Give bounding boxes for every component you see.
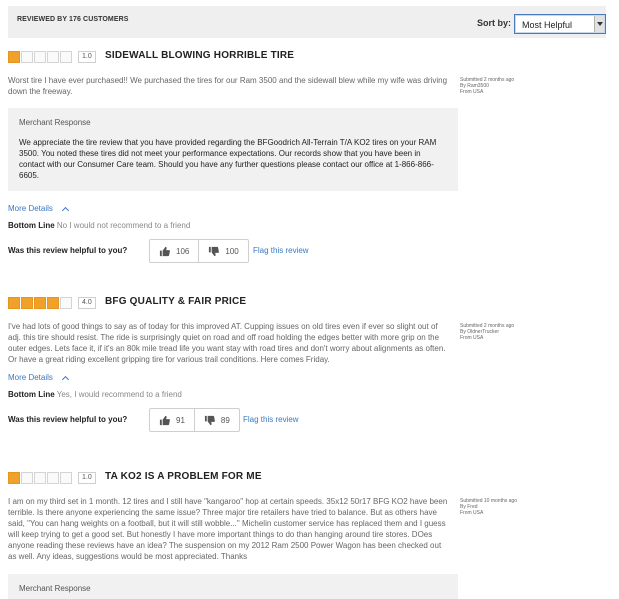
chevron-up-icon[interactable] — [61, 206, 69, 214]
star-icon — [60, 472, 72, 484]
review-title: TA KO2 IS A PROBLEM FOR ME — [105, 471, 262, 482]
thumbs-up-count: 91 — [176, 415, 185, 425]
merchant-response-text: We appreciate the tire review that you h… — [19, 138, 437, 180]
review-text: I've had lots of good things to say as o… — [8, 322, 446, 364]
more-details-label[interactable]: More Details — [8, 373, 53, 382]
review-location: From USA — [460, 89, 484, 95]
bottom-line: Bottom Line Yes, I would recommend to a … — [8, 390, 608, 399]
star-icon — [34, 297, 46, 309]
helpful-question: Was this review helpful to you? — [8, 415, 128, 424]
thumbs-down-count: 100 — [225, 246, 239, 256]
vote-buttons: 91 89 — [149, 408, 240, 432]
star-icon — [60, 51, 72, 63]
bottom-line-label: Bottom Line — [8, 221, 55, 230]
reviews-toolbar: REVIEWED BY 176 CUSTOMERS Sort by: Most … — [8, 6, 606, 38]
star-icon — [8, 51, 20, 63]
star-icon — [21, 51, 33, 63]
thumbs-down-icon — [209, 246, 220, 256]
thumbs-up-button[interactable]: 106 — [150, 240, 198, 262]
thumbs-down-count: 89 — [220, 415, 230, 425]
bottom-line-text: Yes, I would recommend to a friend — [56, 390, 182, 399]
more-details-toggle[interactable]: More Details — [8, 204, 608, 214]
chevron-down-icon[interactable] — [594, 16, 604, 32]
sort-select[interactable]: Most Helpful — [514, 14, 606, 34]
star-rating — [8, 472, 73, 484]
review-meta: Submitted 2 months ago By OldnerTrucker … — [460, 323, 514, 341]
sort-selected-value: Most Helpful — [522, 20, 573, 30]
helpful-row: Was this review helpful to you? 106 100 … — [8, 239, 608, 263]
sort-label: Sort by: — [477, 18, 512, 28]
review-item: 1.0 TA KO2 IS A PROBLEM FOR ME I am on m… — [8, 471, 608, 599]
helpful-question: Was this review helpful to you? — [8, 246, 128, 255]
more-details-label[interactable]: More Details — [8, 204, 53, 213]
bottom-line: Bottom Line No I would not recommend to … — [8, 221, 608, 230]
review-item: 1.0 SIDEWALL BLOWING HORRIBLE TIRE Worst… — [8, 50, 608, 263]
review-count: REVIEWED BY 176 CUSTOMERS — [17, 16, 129, 23]
review-text: I am on my third set in 1 month. 12 tire… — [8, 497, 448, 561]
review-title: BFG QUALITY & FAIR PRICE — [105, 296, 247, 307]
star-icon — [34, 472, 46, 484]
review-title: SIDEWALL BLOWING HORRIBLE TIRE — [105, 50, 295, 61]
merchant-response-heading: Merchant Response — [19, 584, 91, 593]
review-location: From USA — [460, 510, 484, 516]
thumbs-up-count: 106 — [176, 246, 190, 256]
rating-score: 4.0 — [78, 297, 96, 309]
star-icon — [60, 297, 72, 309]
review-location: From USA — [460, 335, 484, 341]
thumbs-down-button[interactable]: 100 — [198, 240, 247, 262]
star-rating — [8, 51, 73, 63]
thumbs-up-icon — [159, 415, 170, 425]
star-rating — [8, 297, 73, 309]
vote-buttons: 106 100 — [149, 239, 249, 263]
helpful-row: Was this review helpful to you? 91 89 Fl… — [8, 408, 608, 432]
flag-review-link[interactable]: Flag this review — [253, 246, 309, 255]
rating-score: 1.0 — [78, 472, 96, 484]
star-icon — [47, 51, 59, 63]
review-meta: Submitted 10 months ago By Fred From USA — [460, 498, 517, 516]
review-item: 4.0 BFG QUALITY & FAIR PRICE I've had lo… — [8, 296, 608, 432]
rating-score: 1.0 — [78, 51, 96, 63]
thumbs-up-icon — [159, 246, 170, 256]
star-icon — [34, 51, 46, 63]
merchant-response-heading: Merchant Response — [19, 118, 91, 127]
merchant-response: Merchant Response We appreciate the tire… — [8, 108, 458, 191]
bottom-line-label: Bottom Line — [8, 390, 55, 399]
thumbs-down-button[interactable]: 89 — [193, 409, 239, 431]
bottom-line-text: No I would not recommend to a friend — [56, 221, 191, 230]
star-icon — [21, 297, 33, 309]
star-icon — [47, 472, 59, 484]
thumbs-up-button[interactable]: 91 — [150, 409, 194, 431]
star-icon — [21, 472, 33, 484]
more-details-toggle[interactable]: More Details — [8, 373, 608, 383]
chevron-up-icon[interactable] — [61, 375, 69, 383]
thumbs-down-icon — [204, 415, 215, 425]
review-text: Worst tire I have ever purchased!! We pu… — [8, 76, 448, 96]
merchant-response: Merchant Response — [8, 574, 458, 599]
star-icon — [8, 297, 20, 309]
review-meta: Submitted 2 months ago By Ram3500 From U… — [460, 77, 514, 95]
star-icon — [47, 297, 59, 309]
star-icon — [8, 472, 20, 484]
flag-review-link[interactable]: Flag this review — [243, 415, 299, 424]
